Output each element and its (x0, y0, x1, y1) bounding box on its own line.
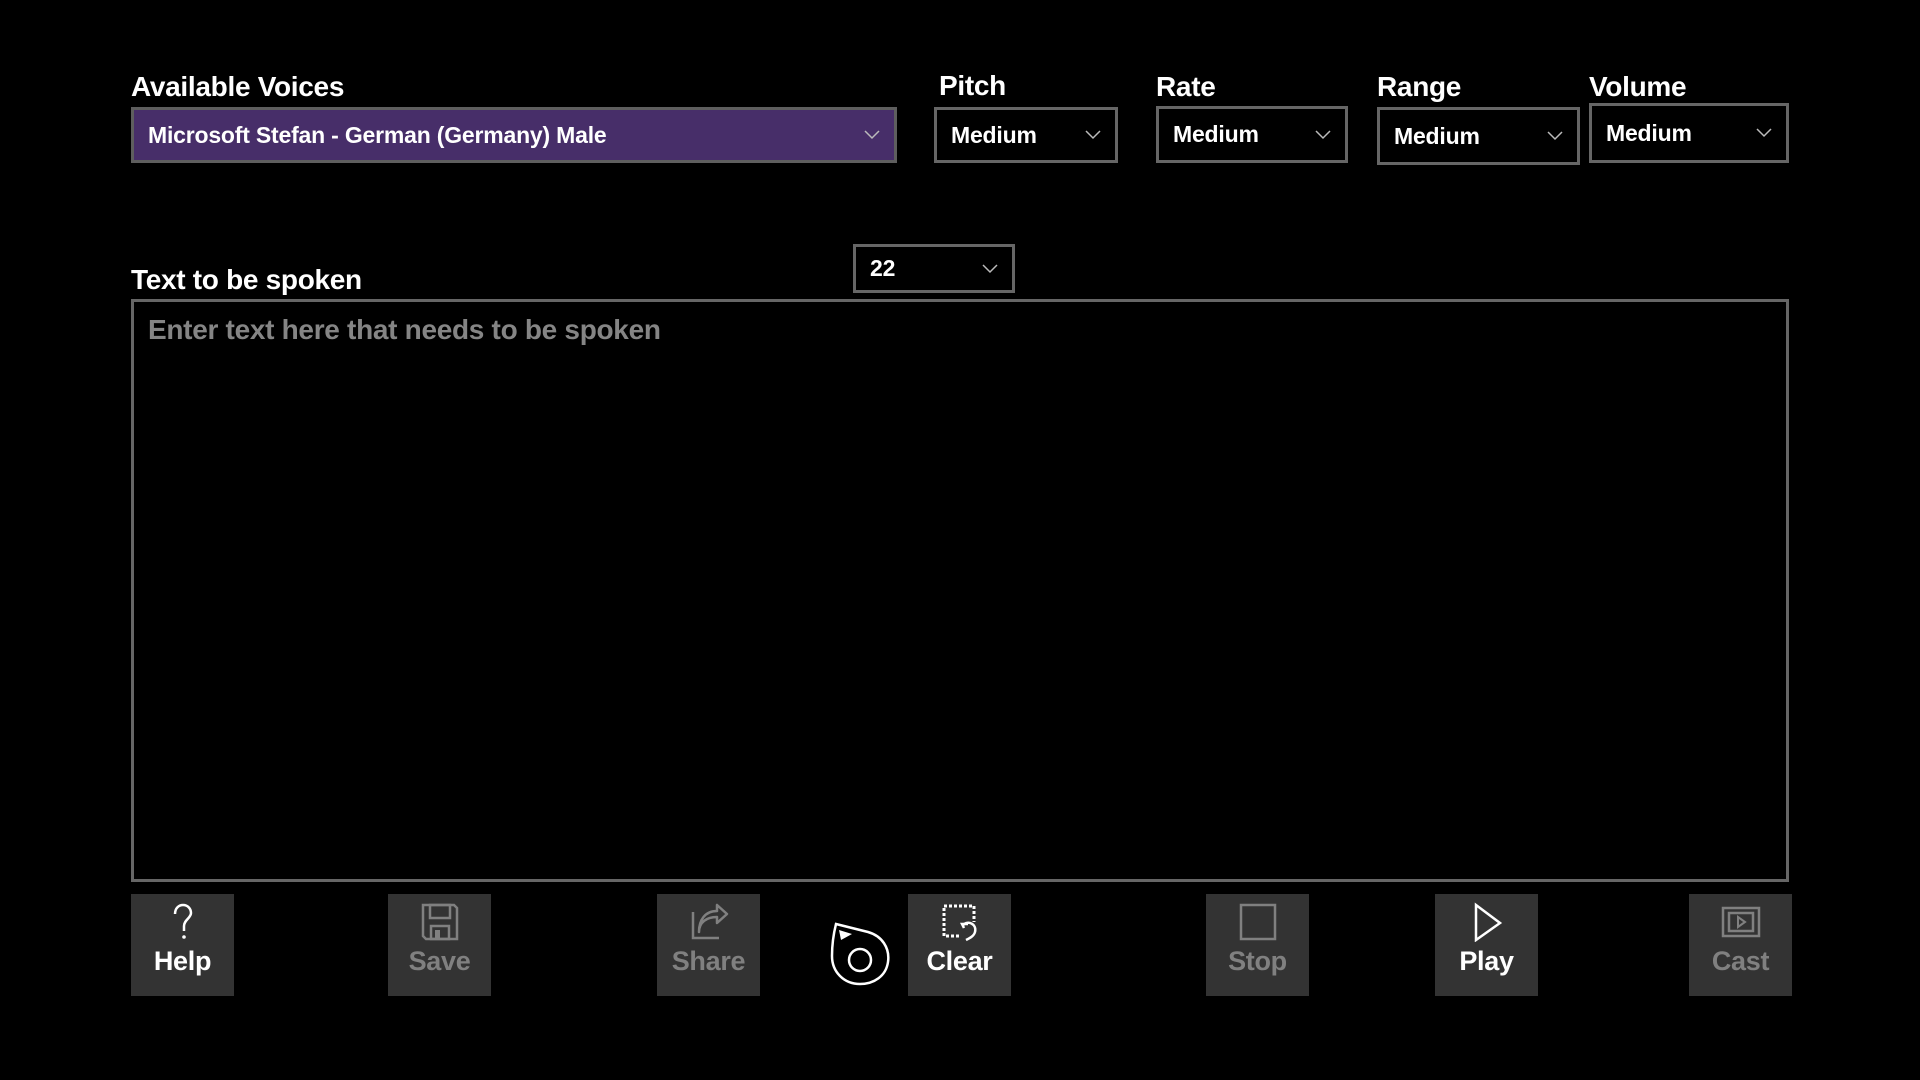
font-size-selected-value: 22 (870, 255, 896, 281)
play-button[interactable]: Play (1435, 894, 1538, 996)
help-label: Help (153, 946, 212, 976)
cast-button[interactable]: Cast (1689, 894, 1792, 996)
cast-icon (1721, 906, 1760, 938)
range-selected-value: Medium (1394, 122, 1480, 149)
chevron-down-icon (982, 263, 998, 273)
rate-label: Rate (1156, 71, 1216, 102)
chevron-down-icon (1756, 128, 1772, 138)
stop-icon (1239, 903, 1276, 941)
voice-selected-value: Microsoft Stefan - German (Germany) Male (148, 121, 607, 148)
play-icon (1474, 902, 1502, 942)
volume-dropdown[interactable]: Medium (1589, 103, 1789, 163)
pitch-label: Pitch (939, 70, 1006, 98)
chevron-down-icon (864, 130, 880, 140)
save-button[interactable]: Save (388, 894, 491, 996)
chevron-down-icon (1547, 131, 1563, 141)
share-icon (691, 903, 728, 940)
text-input-placeholder: Enter text here that needs to be spoken (148, 314, 661, 345)
floppy-disk-icon (421, 903, 458, 941)
chevron-down-icon (1315, 129, 1331, 139)
question-icon (173, 903, 192, 939)
chevron-down-icon (1085, 130, 1101, 140)
clear-label: Clear (926, 946, 993, 976)
text-to-speak-input[interactable]: Enter text here that needs to be spoken (131, 299, 1789, 882)
rate-dropdown[interactable]: Medium (1156, 106, 1348, 163)
pitch-selected-value: Medium (951, 121, 1037, 148)
save-label: Save (408, 946, 471, 976)
pen-cursor-icon (830, 922, 890, 986)
text-to-be-spoken-label: Text to be spoken (131, 264, 362, 295)
clear-selection-icon (942, 904, 980, 942)
font-size-dropdown[interactable]: 22 (853, 244, 1015, 293)
share-label: Share (671, 946, 746, 976)
volume-label: Volume (1589, 71, 1687, 102)
cast-label: Cast (1711, 946, 1770, 976)
play-label: Play (1459, 946, 1514, 976)
range-label: Range (1377, 71, 1462, 102)
share-button[interactable]: Share (657, 894, 760, 996)
range-dropdown[interactable]: Medium (1377, 107, 1580, 165)
help-button[interactable]: Help (131, 894, 234, 996)
clear-button[interactable]: Clear (908, 894, 1011, 996)
stop-button[interactable]: Stop (1206, 894, 1309, 996)
available-voices-label: Available Voices (131, 71, 345, 102)
rate-selected-value: Medium (1173, 121, 1259, 147)
volume-selected-value: Medium (1606, 119, 1692, 146)
pitch-dropdown[interactable]: Medium (934, 107, 1118, 163)
voice-dropdown[interactable]: Microsoft Stefan - German (Germany) Male (131, 107, 897, 163)
stop-label: Stop (1228, 946, 1287, 976)
